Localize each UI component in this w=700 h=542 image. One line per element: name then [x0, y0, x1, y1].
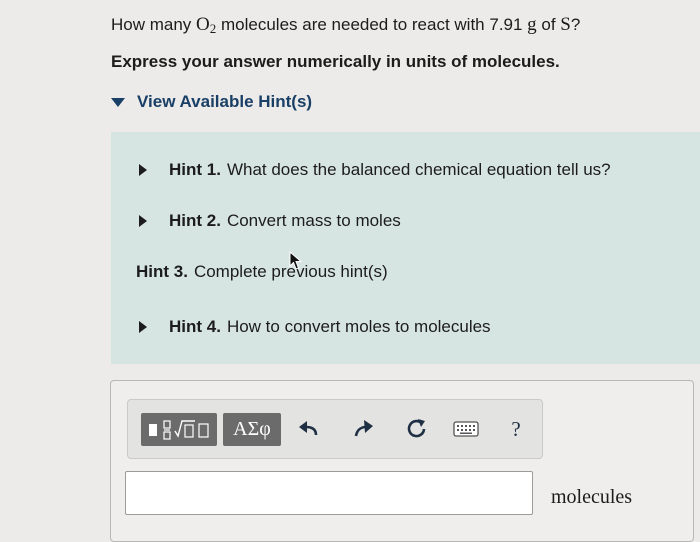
- keyboard-icon: [453, 421, 479, 437]
- question-text: How many O2 molecules are needed to reac…: [111, 14, 580, 37]
- mass-unit: g: [527, 14, 537, 35]
- reset-button[interactable]: [404, 414, 430, 444]
- answer-instruction: Express your answer numerically in units…: [111, 52, 560, 71]
- question-connector: of: [536, 15, 561, 34]
- hint-4[interactable]: Hint 4. How to convert moles to molecule…: [139, 317, 491, 337]
- answer-input[interactable]: [125, 471, 533, 515]
- answer-box: ΑΣφ ? molecules: [110, 380, 694, 542]
- question-prefix: How many: [111, 15, 197, 34]
- hint-text: How to convert moles to molecules: [226, 317, 491, 336]
- redo-button[interactable]: [350, 414, 376, 444]
- caret-right-icon: [139, 321, 147, 333]
- question-middle: molecules are needed to react with 7.91: [216, 15, 528, 34]
- caret-down-icon: [111, 97, 125, 107]
- question-suffix: ?: [570, 15, 581, 34]
- help-button[interactable]: ?: [506, 414, 526, 444]
- hint-text: What does the balanced chemical equation…: [226, 160, 611, 179]
- hint-3: Hint 3. Complete previous hint(s): [136, 262, 388, 282]
- hint-text: Convert mass to moles: [226, 211, 401, 230]
- hint-2[interactable]: Hint 2. Convert mass to moles: [139, 211, 401, 231]
- caret-right-icon: [139, 164, 147, 176]
- undo-button[interactable]: [296, 414, 322, 444]
- templates-icon: [149, 419, 209, 440]
- sulfur-symbol: S: [560, 14, 571, 35]
- redo-icon: [354, 420, 373, 437]
- templates-button[interactable]: [141, 413, 217, 446]
- reset-icon: [407, 419, 426, 438]
- caret-right-icon: [139, 215, 147, 227]
- keyboard-button[interactable]: [451, 414, 481, 444]
- mouse-pointer-icon: [289, 251, 303, 270]
- hint-number: Hint 4.: [169, 317, 221, 336]
- hint-number: Hint 3.: [136, 262, 188, 281]
- symbols-button[interactable]: ΑΣφ: [223, 413, 281, 446]
- undo-icon: [299, 421, 318, 436]
- oxygen-symbol: O2: [196, 14, 217, 36]
- view-hints-label: View Available Hint(s): [137, 92, 313, 111]
- math-toolbar: ΑΣφ ?: [127, 399, 543, 459]
- hint-1[interactable]: Hint 1. What does the balanced chemical …: [139, 160, 611, 180]
- hints-panel: Hint 1. What does the balanced chemical …: [111, 132, 700, 364]
- view-hints-toggle[interactable]: View Available Hint(s): [111, 92, 312, 112]
- hint-number: Hint 1.: [169, 160, 221, 179]
- hint-number: Hint 2.: [169, 211, 221, 230]
- answer-units: molecules: [551, 486, 633, 508]
